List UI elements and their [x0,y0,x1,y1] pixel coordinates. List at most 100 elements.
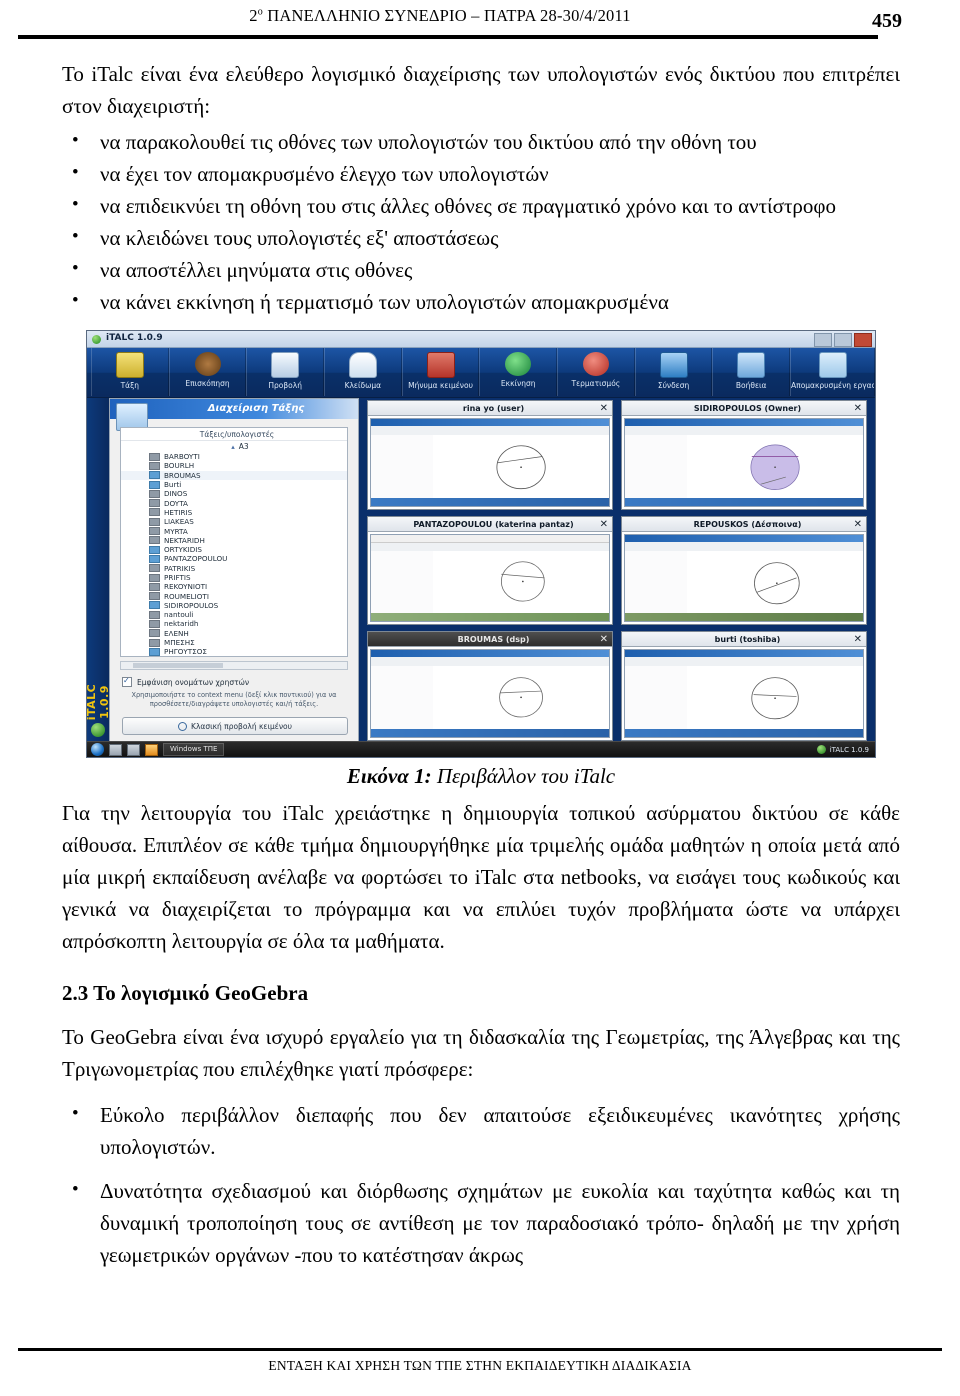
geogebra-algebra-pane [371,666,434,729]
italc-tray-icon[interactable] [816,745,826,754]
close-icon[interactable]: ✕ [600,518,608,531]
computer-name: ΕΛΕΝΗ [164,628,189,638]
remote-screen-title: SIDIROPOULOS (Owner) ✕ [622,401,866,416]
computer-list-item[interactable]: DOYTA [121,498,347,508]
classic-text-view-button[interactable]: Κλασική προβολή κειμένου [122,717,348,735]
geogebra-titlebar [625,419,863,426]
remote-screen[interactable]: REPOUSKOS (Δέσποινα) ✕ [621,515,867,626]
show-usernames-checkbox[interactable]: Εμφάνιση ονομάτων χρηστών [122,676,250,687]
remote-screen-title: burti (toshiba) ✕ [622,632,866,648]
computer-list-item[interactable]: PATRIKIS [121,564,347,573]
toolbar-button-remote[interactable]: Απομακρυσμένη εργασία [790,348,875,396]
geogebra-window [624,649,864,738]
toolbar-button-lock[interactable]: Κλείδωμα [324,348,402,396]
toolbar-button-power-on[interactable]: Εκκίνηση [479,348,558,396]
toolbar-button-classroom[interactable]: Τάξη [91,348,169,396]
close-button[interactable] [854,333,872,347]
taskbar-window-button[interactable]: Windows ΤΠΕ [163,743,225,756]
computer-list-item[interactable]: BARBOYTI [121,452,347,461]
toolbar-button-power-off[interactable]: Τερματισμός [557,348,635,396]
maximize-button[interactable] [834,333,852,347]
button-label: Κλασική προβολή κειμένου [191,721,292,731]
remote-screen[interactable]: burti (toshiba) ✕ [621,631,867,741]
remote-screen[interactable]: BROUMAS (dsp) ✕ [367,631,613,741]
computer-list-item[interactable]: BOURLH [121,461,347,470]
computer-name: Burti [164,480,182,490]
remote-screen-label: rina yo (user) [462,404,525,413]
computer-list-item[interactable]: SIDIROPOULOS [121,601,347,610]
toolbar-button-overview[interactable]: Επισκόπηση [168,348,247,396]
taskbar-pin-icon[interactable] [145,743,158,756]
computer-name: PANTAZOPOULOU [164,554,228,564]
close-icon[interactable]: ✕ [854,402,862,415]
close-icon[interactable]: ✕ [854,633,862,646]
taskbar-pin-icon[interactable] [109,743,122,756]
computer-name: PATRIKIS [164,563,196,573]
computer-list-item[interactable]: PANTAZOPOULOU [121,554,347,563]
computer-name: SIDIROPOULOS [164,600,219,610]
computer-list-item[interactable]: nantouli [121,610,347,619]
page-header: 2o ΠΑΝΕΛΛΗΝΙΟ ΣΥΝΕΔΡΙΟ – ΠΑΤΡΑ 28-30/4/2… [0,0,960,48]
computer-list-item[interactable]: ΡΗΓΟΥΤΣΟΣ [121,647,347,656]
remote-screen-body [622,647,866,740]
figure-caption-text: Περιβάλλον του iTalc [431,764,616,788]
remote-screen[interactable]: PANTAZOPOULOU (katerina pantaz) ✕ [367,515,613,626]
close-icon[interactable]: ✕ [600,402,608,415]
computer-list-item[interactable]: NEKTARIDH [121,536,347,545]
computer-list-item[interactable]: MYRTA [121,526,347,536]
geogebra-titlebar [371,650,609,658]
computer-name: LIAKEAS [164,517,194,527]
computer-list-item[interactable]: nektaridh [121,619,347,628]
gear-icon [178,721,188,731]
computer-list-item[interactable]: ORTYKIDIS [121,545,347,554]
close-icon[interactable]: ✕ [600,633,608,646]
list-item: να παρακολουθεί τις οθόνες των υπολογιστ… [62,125,900,158]
computer-list-item[interactable]: REKOYNIOTI [121,582,347,591]
remote-screen-body [622,531,866,625]
computer-status-icon [149,508,160,517]
toolbar-label: Εκκίνηση [500,379,536,388]
remote-screen-body [368,531,612,625]
computer-list-item[interactable]: HETIRIS [121,508,347,517]
circle-figure-icon [750,444,800,490]
toolbar-button-message[interactable]: Μήνυμα κειμένου [401,348,480,396]
taskbar-pin-icon[interactable] [127,743,140,756]
toolbar-button-login[interactable]: Σύνδεση [634,348,713,396]
geogebra-canvas [432,550,609,614]
remote-screen[interactable]: rina yo (user) ✕ [367,400,613,510]
figure-1: iTALC 1.0.9 Τάξη Επισκόπηση Προβολή Κλεί… [62,330,900,789]
computer-list-item[interactable]: ROUMELIOTI [121,591,347,601]
computer-status-icon [149,610,160,619]
geogebra-statusbar [625,728,863,737]
geogebra-algebra-pane [625,550,688,614]
toolbar-button-demo[interactable]: Προβολή [246,348,325,396]
checkbox-label: Εμφάνιση ονομάτων χρηστών [137,677,250,687]
circle-figure-icon [753,561,800,604]
remote-screen[interactable]: SIDIROPOULOS (Owner) ✕ [621,400,867,510]
toolbar-button-help[interactable]: Βοήθεια [712,348,791,396]
figure-caption: Εικόνα 1: Περιβάλλον του iTalc [62,764,900,789]
windows-start-icon[interactable] [91,743,104,756]
computer-name: REKOYNIOTI [164,582,208,592]
computer-list-scrollbar[interactable] [120,661,348,670]
computer-list-item[interactable]: ΕΛΕΝΗ [121,629,347,638]
close-icon[interactable]: ✕ [854,518,862,531]
computer-list-item[interactable]: Burti [121,480,347,489]
scrollbar-thumb[interactable] [133,663,223,668]
geogebra-feature-list: Εύκολο περιβάλλον διεπαφής που δεν απαιτ… [62,1098,900,1271]
class-group-label[interactable]: Α3 [121,441,347,452]
computer-list-item[interactable]: PRIFTIS [121,573,347,582]
computer-status-icon [149,638,160,647]
power-off-icon [582,352,609,376]
computer-list[interactable]: Τάξεις/υπολογιστές Α3 BARBOYTIBOURLHBROU… [120,427,348,657]
computer-status-icon [149,461,160,470]
computer-list-item[interactable]: ΜΠΕΣΗΣ [121,638,347,647]
computer-list-item[interactable]: DINOS [121,489,347,498]
minimize-button[interactable] [814,333,832,347]
computer-list-item[interactable]: BROUMAS [121,470,347,480]
geogebra-window [370,649,610,738]
geogebra-canvas [686,666,863,729]
computer-status-icon [149,545,160,554]
checkbox-box[interactable] [122,676,132,687]
computer-list-item[interactable]: LIAKEAS [121,517,347,526]
